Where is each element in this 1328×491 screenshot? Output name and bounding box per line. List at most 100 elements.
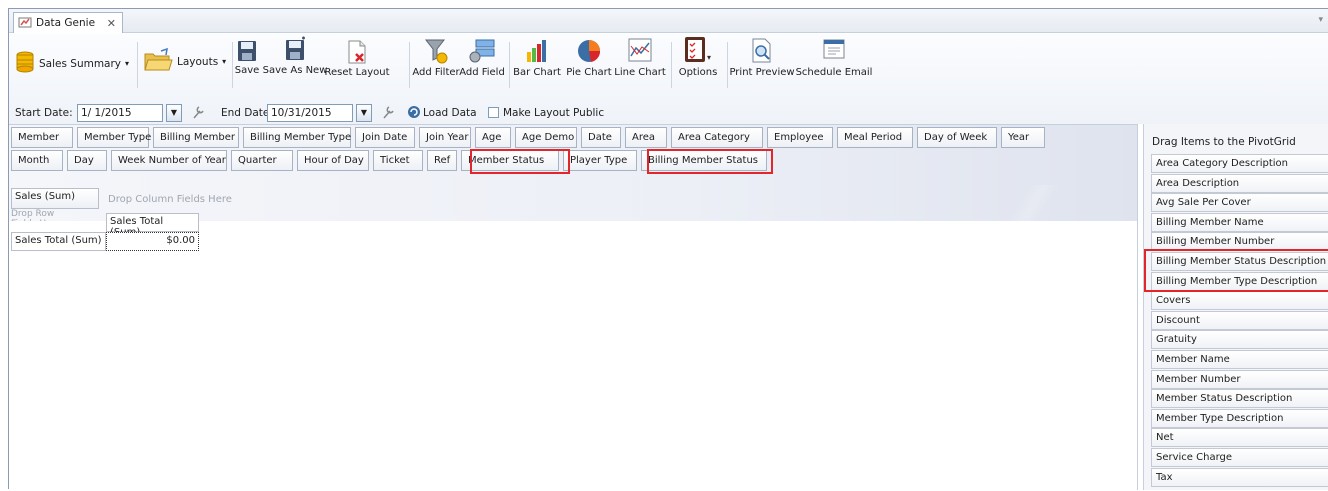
field-hour-of-day[interactable]: Hour of Day — [297, 150, 369, 171]
field-week-number-of-year[interactable]: Week Number of Year — [111, 150, 227, 171]
field-list-item-net[interactable]: Net — [1151, 428, 1328, 448]
wrench-icon[interactable] — [381, 104, 395, 123]
field-date[interactable]: Date — [581, 127, 621, 148]
ribbon-toolbar: Sales Summary ▾ Layouts ▾ Save Save As N… — [9, 34, 1328, 130]
field-billing-member[interactable]: Billing Member — [153, 127, 239, 148]
field-list-item-area-category-description[interactable]: Area Category Description — [1151, 154, 1328, 173]
tab-menu-chevron-icon[interactable]: ▾ — [1318, 15, 1323, 25]
header-decoration — [969, 185, 1099, 221]
schedule-email-icon — [823, 39, 845, 59]
document-tab-bar: Data Genie ✕ ▾ — [9, 9, 1328, 33]
column-drop-area[interactable]: Drop Column Fields Here — [108, 194, 232, 205]
field-age[interactable]: Age — [475, 127, 511, 148]
save-as-new-icon — [286, 36, 305, 60]
highlight-member-status — [470, 149, 570, 174]
field-list-item-tax[interactable]: Tax — [1151, 467, 1328, 487]
field-day[interactable]: Day — [67, 150, 107, 171]
row-header-cell[interactable]: Sales Total (Sum) — [11, 232, 106, 251]
field-list-item-covers[interactable]: Covers — [1151, 291, 1328, 311]
load-data-button[interactable]: Load Data — [423, 107, 477, 119]
field-list-item-member-type-description[interactable]: Member Type Description — [1151, 408, 1328, 428]
add-filter-button[interactable]: Add Filter — [411, 38, 461, 78]
field-list-item-gratuity[interactable]: Gratuity — [1151, 330, 1328, 350]
field-month[interactable]: Month — [11, 150, 63, 171]
field-join-year[interactable]: Join Year — [419, 127, 471, 148]
field-day-of-week[interactable]: Day of Week — [917, 127, 997, 148]
bar-chart-icon — [527, 40, 546, 62]
bar-chart-button[interactable]: Bar Chart — [512, 38, 562, 78]
data-genie-icon — [18, 16, 32, 31]
tab-data-genie[interactable]: Data Genie ✕ — [13, 12, 123, 33]
reset-layout-icon — [348, 40, 366, 64]
report-selector-label: Sales Summary — [39, 57, 122, 70]
filter-area: Member Member Type Billing Member Billing M… — [9, 125, 1137, 221]
field-list-item-member-name[interactable]: Member Name — [1151, 350, 1328, 369]
field-quarter[interactable]: Quarter — [231, 150, 293, 171]
options-button[interactable]: ▾ Options — [675, 36, 721, 78]
field-year[interactable]: Year — [1001, 127, 1045, 148]
refresh-icon — [407, 105, 421, 122]
add-field-button[interactable]: Add Field — [459, 38, 505, 78]
data-genie-window: Data Genie ✕ ▾ Sales Summary ▾ Layouts ▾… — [8, 8, 1328, 491]
highlight-billing-member-status — [647, 149, 773, 174]
field-meal-period[interactable]: Meal Period — [837, 127, 913, 148]
start-date-input[interactable]: 1/ 1/2015 — [77, 104, 163, 122]
save-as-new-button[interactable]: Save As New — [263, 36, 327, 76]
field-list-item-service-charge[interactable]: Service Charge — [1151, 448, 1328, 467]
report-selector-button[interactable]: Sales Summary ▾ — [15, 50, 129, 77]
field-billing-member-type[interactable]: Billing Member Type — [243, 127, 351, 148]
field-list-item-avg-sale-per-cover[interactable]: Avg Sale Per Cover — [1151, 193, 1328, 213]
field-list-item-discount[interactable]: Discount — [1151, 310, 1328, 330]
database-icon — [15, 50, 35, 77]
value-cell[interactable]: $0.00 — [106, 232, 199, 251]
line-chart-button[interactable]: Line Chart — [614, 38, 666, 78]
field-list-item-billing-member-name[interactable]: Billing Member Name — [1151, 212, 1328, 232]
make-public-checkbox[interactable] — [488, 107, 499, 118]
end-date-label: End Date: — [221, 107, 273, 119]
end-date-dropdown[interactable]: ▼ — [356, 104, 372, 122]
field-join-date[interactable]: Join Date — [355, 127, 415, 148]
make-public-label: Make Layout Public — [503, 107, 605, 119]
pie-chart-button[interactable]: Pie Chart — [565, 38, 613, 78]
start-date-dropdown[interactable]: ▼ — [166, 104, 182, 122]
save-icon — [238, 41, 256, 61]
chevron-down-icon: ▾ — [125, 59, 130, 68]
svg-text:▾: ▾ — [707, 53, 711, 62]
pivot-grid-area: Member Member Type Billing Member Billing M… — [9, 124, 1137, 491]
pivot-grid-body — [9, 221, 1137, 491]
field-ticket[interactable]: Ticket — [373, 150, 423, 171]
schedule-email-button[interactable]: Schedule Email — [796, 38, 872, 78]
field-list-item-member-status-description[interactable]: Member Status Description — [1151, 389, 1328, 409]
options-checklist-icon: ▾ — [685, 37, 711, 62]
field-area[interactable]: Area — [625, 127, 667, 148]
field-list-title: Drag Items to the PivotGrid — [1152, 136, 1296, 148]
date-range-bar: Start Date: 1/ 1/2015 ▼ End Date: 10/31/… — [9, 101, 1328, 125]
field-member[interactable]: Member — [11, 127, 73, 148]
funnel-icon — [424, 39, 448, 64]
tab-title: Data Genie — [36, 17, 96, 29]
print-preview-icon — [752, 38, 771, 63]
field-employee[interactable]: Employee — [767, 127, 833, 148]
start-date-label: Start Date: — [15, 107, 73, 119]
field-member-type[interactable]: Member Type — [77, 127, 151, 148]
reset-layout-button[interactable]: Reset Layout — [324, 40, 390, 78]
close-tab-icon[interactable]: ✕ — [107, 17, 116, 30]
field-player-type[interactable]: Player Type — [563, 150, 637, 171]
highlight-billing-fields — [1144, 249, 1328, 292]
chevron-down-icon: ▾ — [222, 57, 227, 66]
wrench-icon[interactable] — [191, 104, 205, 123]
field-area-category[interactable]: Area Category — [671, 127, 763, 148]
line-chart-icon — [628, 38, 652, 62]
field-list-item-member-number[interactable]: Member Number — [1151, 369, 1328, 389]
field-ref[interactable]: Ref — [427, 150, 457, 171]
folder-open-icon — [143, 47, 173, 75]
save-button[interactable]: Save — [234, 40, 260, 76]
layouts-button[interactable]: Layouts ▾ — [143, 47, 227, 75]
data-field-button[interactable]: Sales (Sum) — [11, 188, 99, 209]
column-header-cell[interactable]: Sales Total (Sum) — [106, 213, 199, 238]
end-date-input[interactable]: 10/31/2015 — [267, 104, 353, 122]
field-age-demo[interactable]: Age Demo — [515, 127, 577, 148]
field-list-item-area-description[interactable]: Area Description — [1151, 173, 1328, 193]
print-preview-button[interactable]: Print Preview — [729, 38, 795, 78]
field-list-panel: Drag Items to the PivotGrid Area Categor… — [1143, 124, 1328, 490]
